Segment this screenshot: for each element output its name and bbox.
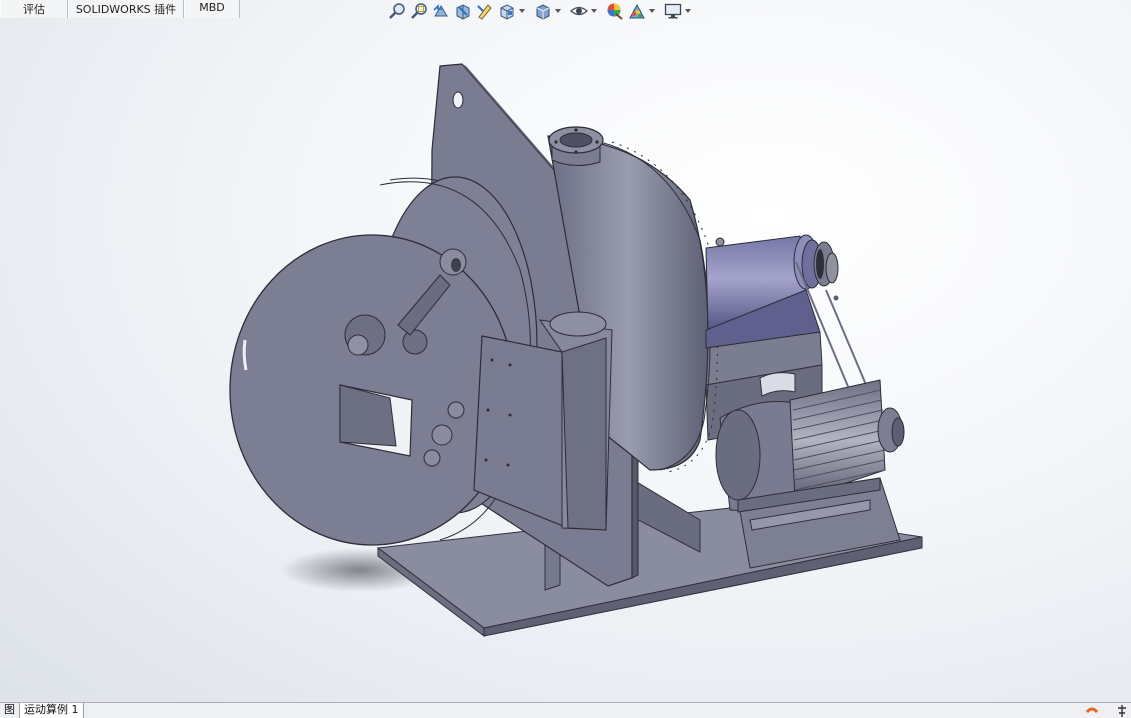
apply-scene-dropdown-icon[interactable] (648, 0, 656, 22)
command-manager-tabs: 评估 SOLIDWORKS 插件 MBD (0, 0, 240, 18)
section-view-icon[interactable] (452, 0, 474, 22)
graphics-area[interactable] (0, 22, 1131, 702)
display-style-dropdown-icon[interactable] (554, 0, 562, 22)
tab-model-view[interactable]: 图 (0, 703, 20, 718)
view-settings-icon[interactable] (662, 0, 684, 22)
input-method-icon[interactable] (1117, 705, 1127, 717)
edit-appearance-icon[interactable] (604, 0, 626, 22)
tab-mbd[interactable]: MBD (184, 0, 240, 18)
hide-show-icon[interactable] (568, 0, 590, 22)
hide-show-dropdown-icon[interactable] (590, 0, 598, 22)
tab-solidworks-addins[interactable]: SOLIDWORKS 插件 (68, 0, 184, 18)
zoom-to-area-icon[interactable] (408, 0, 430, 22)
bottom-tab-bar: 图 运动算例 1 (0, 702, 1131, 718)
drive-motor[interactable] (705, 234, 839, 349)
tab-evaluate[interactable]: 评估 (0, 0, 68, 18)
display-style-icon[interactable] (532, 0, 554, 22)
ime-icon[interactable] (1085, 704, 1099, 718)
heads-up-view-toolbar (386, 0, 698, 22)
previous-view-icon[interactable] (430, 0, 452, 22)
system-tray (1085, 704, 1127, 718)
3d-assembly-model[interactable] (0, 22, 1131, 702)
dynamic-annotation-icon[interactable] (474, 0, 496, 22)
view-settings-dropdown-icon[interactable] (684, 0, 692, 22)
view-orientation-icon[interactable] (496, 0, 518, 22)
zoom-to-fit-icon[interactable] (386, 0, 408, 22)
view-orientation-dropdown-icon[interactable] (518, 0, 526, 22)
tab-motion-study-1[interactable]: 运动算例 1 (20, 703, 84, 718)
apply-scene-icon[interactable] (626, 0, 648, 22)
